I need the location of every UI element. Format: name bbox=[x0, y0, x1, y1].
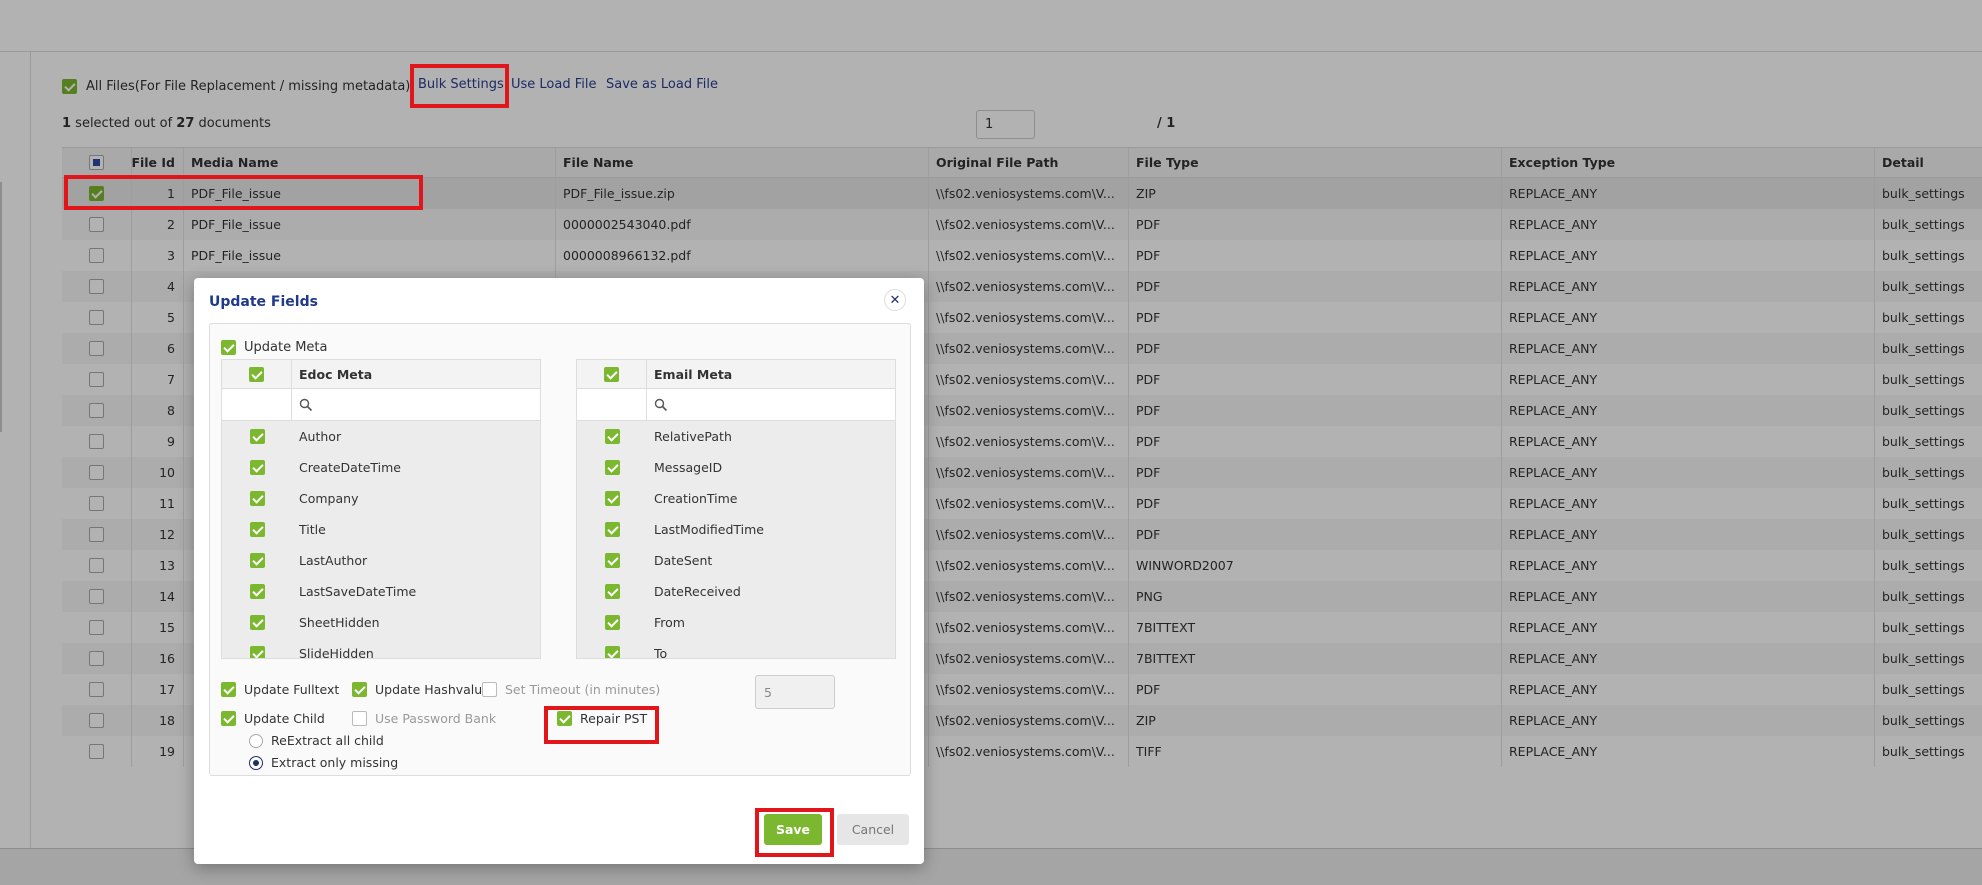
email-meta-item[interactable]: CreationTime bbox=[577, 483, 895, 514]
update-fulltext-label: Update Fulltext bbox=[244, 682, 340, 697]
set-timeout-option[interactable]: Set Timeout (in minutes) bbox=[482, 682, 660, 697]
edoc-meta-item-checkbox[interactable] bbox=[249, 584, 265, 599]
edoc-meta-item-label: SheetHidden bbox=[299, 615, 380, 630]
timeout-value: 5 bbox=[764, 684, 772, 700]
email-meta-header: Email Meta bbox=[577, 360, 895, 389]
cancel-button[interactable]: Cancel bbox=[837, 814, 909, 845]
update-hashvalue-checkbox[interactable] bbox=[352, 682, 367, 697]
search-icon bbox=[654, 398, 668, 412]
email-meta-list: Email Meta RelativePath MessageID Creation… bbox=[576, 359, 896, 659]
repair-pst-option[interactable]: Repair PST bbox=[557, 711, 647, 726]
edoc-meta-item-label: SlideHidden bbox=[299, 646, 374, 659]
use-password-bank-label: Use Password Bank bbox=[375, 711, 497, 726]
email-meta-item[interactable]: LastModifiedTime bbox=[577, 514, 895, 545]
email-meta-item-checkbox[interactable] bbox=[604, 429, 620, 444]
repair-pst-checkbox[interactable] bbox=[557, 711, 572, 726]
extract-missing-label: Extract only missing bbox=[271, 755, 399, 770]
edoc-meta-item-label: LastSaveDateTime bbox=[299, 584, 417, 599]
email-meta-item-label: LastModifiedTime bbox=[654, 522, 764, 537]
save-button[interactable]: Save bbox=[764, 814, 822, 845]
set-timeout-label: Set Timeout (in minutes) bbox=[505, 682, 661, 697]
close-icon: ✕ bbox=[889, 292, 901, 308]
edoc-meta-item[interactable]: LastAuthor bbox=[222, 545, 540, 576]
edoc-meta-item-checkbox[interactable] bbox=[249, 491, 265, 506]
update-meta-checkbox[interactable] bbox=[221, 340, 236, 355]
email-meta-item-label: From bbox=[654, 615, 685, 630]
update-meta-label: Update Meta bbox=[244, 340, 328, 355]
edoc-meta-item[interactable]: Title bbox=[222, 514, 540, 545]
email-meta-item[interactable]: DateReceived bbox=[577, 576, 895, 607]
update-child-label: Update Child bbox=[244, 711, 325, 726]
update-hashvalue-option[interactable]: Update Hashvalue bbox=[352, 682, 490, 697]
edoc-meta-item[interactable]: LastSaveDateTime bbox=[222, 576, 540, 607]
update-child-option[interactable]: Update Child bbox=[221, 711, 325, 726]
search-icon bbox=[299, 398, 313, 412]
edoc-meta-item-checkbox[interactable] bbox=[249, 460, 265, 475]
update-fulltext-option[interactable]: Update Fulltext bbox=[221, 682, 339, 697]
edoc-meta-item[interactable]: SheetHidden bbox=[222, 607, 540, 638]
edoc-meta-item-checkbox[interactable] bbox=[249, 615, 265, 630]
edoc-meta-item-label: LastAuthor bbox=[299, 553, 368, 568]
edoc-meta-item-label: CreateDateTime bbox=[299, 460, 402, 475]
edoc-meta-title: Edoc Meta bbox=[299, 367, 373, 382]
edoc-meta-item[interactable]: Author bbox=[222, 421, 540, 452]
reextract-all-option[interactable]: ReExtract all child bbox=[249, 733, 384, 748]
repair-pst-label: Repair PST bbox=[580, 711, 648, 726]
email-meta-item-label: MessageID bbox=[654, 460, 723, 475]
email-meta-item-label: DateReceived bbox=[654, 584, 741, 599]
edoc-meta-item-checkbox[interactable] bbox=[249, 646, 265, 658]
update-fields-panel: Update Meta Edoc Meta Author CreateDateTi… bbox=[209, 323, 911, 776]
dialog-title: Update Fields bbox=[209, 294, 318, 310]
close-button[interactable]: ✕ bbox=[884, 289, 906, 311]
set-timeout-checkbox[interactable] bbox=[482, 682, 497, 697]
email-meta-item[interactable]: From bbox=[577, 607, 895, 638]
update-child-checkbox[interactable] bbox=[221, 711, 236, 726]
edoc-meta-item[interactable]: Company bbox=[222, 483, 540, 514]
email-meta-item-checkbox[interactable] bbox=[604, 460, 620, 475]
email-meta-item-label: DateSent bbox=[654, 553, 713, 568]
email-meta-item-checkbox[interactable] bbox=[604, 584, 620, 599]
email-meta-item[interactable]: DateSent bbox=[577, 545, 895, 576]
extract-missing-radio[interactable] bbox=[249, 755, 263, 770]
email-meta-title: Email Meta bbox=[654, 367, 733, 382]
edoc-meta-list: Edoc Meta Author CreateDateTime Company Tit… bbox=[221, 359, 541, 659]
email-meta-item-label: To bbox=[654, 646, 668, 659]
email-meta-item[interactable]: MessageID bbox=[577, 452, 895, 483]
edoc-meta-item-label: Company bbox=[299, 491, 359, 506]
extract-missing-option[interactable]: Extract only missing bbox=[249, 755, 398, 770]
use-password-bank-option[interactable]: Use Password Bank bbox=[352, 711, 496, 726]
email-items: RelativePath MessageID CreationTime LastMod… bbox=[577, 421, 895, 659]
edoc-meta-item-checkbox[interactable] bbox=[249, 429, 265, 444]
edoc-meta-item[interactable]: CreateDateTime bbox=[222, 452, 540, 483]
edoc-meta-item-label: Title bbox=[299, 522, 326, 537]
email-meta-item-checkbox[interactable] bbox=[604, 553, 620, 568]
use-password-bank-checkbox[interactable] bbox=[352, 711, 367, 726]
email-meta-item-checkbox[interactable] bbox=[604, 522, 620, 537]
email-meta-item-checkbox[interactable] bbox=[604, 646, 620, 658]
email-meta-item-label: CreationTime bbox=[654, 491, 738, 506]
edoc-select-all-checkbox[interactable] bbox=[249, 367, 264, 382]
email-select-all-checkbox[interactable] bbox=[604, 367, 619, 382]
email-meta-item-checkbox[interactable] bbox=[604, 615, 620, 630]
edoc-search-row[interactable] bbox=[222, 389, 540, 421]
edoc-meta-item-label: Author bbox=[299, 429, 342, 444]
update-fulltext-checkbox[interactable] bbox=[221, 682, 236, 697]
edoc-meta-item-checkbox[interactable] bbox=[249, 522, 265, 537]
update-fields-dialog: Update Fields ✕ Update Meta Edoc Meta Au… bbox=[194, 278, 924, 864]
email-search-row[interactable] bbox=[577, 389, 895, 421]
edoc-meta-header: Edoc Meta bbox=[222, 360, 540, 389]
email-meta-item[interactable]: RelativePath bbox=[577, 421, 895, 452]
edoc-items: Author CreateDateTime Company Title LastAuth… bbox=[222, 421, 540, 659]
update-hashvalue-label: Update Hashvalue bbox=[375, 682, 490, 697]
email-meta-item-checkbox[interactable] bbox=[604, 491, 620, 506]
reextract-all-radio[interactable] bbox=[249, 733, 263, 748]
email-meta-item[interactable]: To bbox=[577, 638, 895, 659]
edoc-meta-item[interactable]: SlideHidden bbox=[222, 638, 540, 659]
email-meta-item-label: RelativePath bbox=[654, 429, 732, 444]
reextract-all-label: ReExtract all child bbox=[271, 733, 384, 748]
update-meta-option[interactable]: Update Meta bbox=[221, 340, 328, 355]
timeout-input[interactable]: 5 bbox=[755, 675, 835, 709]
edoc-meta-item-checkbox[interactable] bbox=[249, 553, 265, 568]
